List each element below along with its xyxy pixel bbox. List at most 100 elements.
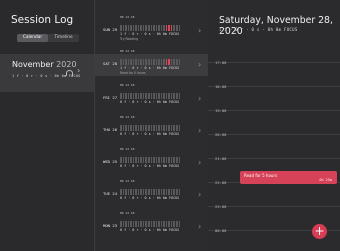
session-event-duration: 0h 25m	[319, 178, 332, 182]
hour-slot	[137, 189, 140, 195]
session-event[interactable]: Read for 5 hours 0h 25m	[240, 171, 337, 184]
hour-slot	[173, 221, 176, 227]
hour-slot	[142, 157, 145, 163]
hour-slot	[148, 59, 150, 65]
hour-slot	[132, 125, 135, 131]
hour-slot	[170, 25, 173, 31]
detail-stats: 1 f · 0 r · 0 s · 0h 0m FOCUS	[219, 27, 298, 32]
day-row[interactable]: SUN 29 00 12 18 1 f · 0 r · 0 s · 0h 0m FO…	[95, 15, 209, 42]
hour-slot	[142, 93, 145, 99]
timeline-hour-label: 20:00	[215, 132, 227, 137]
day-stats: 0 f · 0 r · 0 s · 0h 0m FOCUS	[120, 132, 180, 136]
hour-slot	[178, 125, 181, 131]
hour-slot	[163, 189, 165, 195]
hour-slot	[142, 189, 145, 195]
day-detail: Saturday, November 28, 2020 1 f · 0 r · …	[208, 0, 340, 251]
day-row[interactable]: THU 26 00 12 18 0 f · 0 r · 0 s · 0h 0m FO…	[95, 115, 209, 142]
hour-slot	[137, 25, 140, 31]
month-row[interactable]: November 2020 1 f · 0 r · 0 s · 0h 0m FO…	[0, 54, 94, 92]
day-stats: 0 f · 0 r · 0 s · 0h 0m FOCUS	[120, 100, 180, 104]
day-row[interactable]: WED 25 00 12 18 0 f · 0 r · 0 s · 0h 0m FO…	[95, 147, 209, 174]
hour-slot	[153, 157, 155, 163]
hour-slot	[176, 125, 178, 131]
hour-slot	[130, 125, 132, 131]
add-session-button[interactable]: +	[312, 224, 327, 239]
hour-slot	[125, 125, 127, 131]
hour-slot	[158, 157, 160, 163]
day-stats: 0 f · 0 r · 0 s · 0h 0m FOCUS	[120, 196, 180, 200]
hour-strip	[120, 21, 181, 31]
view-calendar-tab[interactable]: Calendar	[17, 34, 48, 42]
hour-strip	[120, 185, 181, 195]
day-note: Read for 5 hours	[120, 71, 146, 75]
chevron-right-icon: ›	[198, 222, 202, 231]
hour-slot	[127, 157, 130, 163]
hour-slot	[155, 221, 158, 227]
hour-slot	[125, 25, 127, 31]
hour-slot	[140, 189, 142, 195]
hour-slot	[165, 25, 168, 31]
hour-slot	[122, 221, 125, 227]
hour-slot	[148, 125, 150, 131]
hour-slot	[122, 125, 125, 131]
hour-slot	[153, 125, 155, 131]
hour-slot	[168, 93, 170, 99]
hour-slot	[168, 157, 170, 163]
view-switch: Calendar Timeline	[17, 34, 79, 42]
hour-slot	[153, 93, 155, 99]
hour-scale-labels: 00 12 18	[120, 49, 135, 53]
hour-scale-labels: 00 12 18	[120, 179, 135, 183]
day-label: TUE 24	[103, 191, 118, 196]
day-list: SUN 29 00 12 18 1 f · 0 r · 0 s · 0h 0m FO…	[94, 0, 210, 251]
view-timeline-tab[interactable]: Timeline	[48, 34, 79, 42]
hour-strip	[120, 55, 181, 65]
day-row[interactable]: MON 23 00 12 18 0 f · 0 r · 0 s · 0h 0m FO…	[95, 211, 209, 238]
hour-slot	[120, 93, 122, 99]
hour-slot	[150, 25, 153, 31]
chevron-right-icon: ›	[198, 94, 202, 103]
timeline-divider	[208, 158, 340, 159]
hour-slot	[165, 125, 168, 131]
month-title: November 2020	[12, 60, 77, 69]
hour-slot	[132, 189, 135, 195]
timeline-divider	[208, 206, 340, 207]
hour-slot	[125, 157, 127, 163]
hour-slot	[178, 25, 181, 31]
hour-slot	[120, 221, 122, 227]
hour-slot	[135, 221, 137, 227]
hour-slot	[148, 25, 150, 31]
app-title: Session Log	[11, 14, 74, 26]
day-row[interactable]: SAT 28 00 12 18 1 f · 0 r · 0 s · 0h 0m FO…	[95, 49, 209, 76]
chevron-right-icon: ›	[198, 126, 202, 135]
hour-slot	[173, 25, 176, 31]
hour-slot	[163, 125, 165, 131]
hour-slot	[178, 59, 181, 65]
hour-slot	[120, 25, 122, 31]
hour-slot	[135, 157, 137, 163]
hour-slot	[160, 93, 163, 99]
hour-slot	[160, 25, 163, 31]
hour-slot	[178, 93, 181, 99]
hour-slot	[122, 93, 125, 99]
hour-slot	[150, 221, 153, 227]
hour-slot	[158, 25, 160, 31]
day-label: THU 26	[103, 127, 118, 132]
hour-slot	[132, 157, 135, 163]
hour-slot	[127, 221, 130, 227]
day-row[interactable]: TUE 24 00 12 18 0 f · 0 r · 0 s · 0h 0m FO…	[95, 179, 209, 206]
hour-strip	[120, 217, 181, 227]
hour-slot	[155, 93, 158, 99]
hour-slot	[168, 221, 170, 227]
hour-slot	[153, 221, 155, 227]
hour-slot	[176, 189, 178, 195]
timeline-divider	[208, 110, 340, 111]
hour-slot	[163, 59, 165, 65]
hour-slot	[168, 59, 170, 65]
day-row[interactable]: FRI 27 00 12 18 0 f · 0 r · 0 s · 0h 0m FO…	[95, 83, 209, 110]
hour-strip	[120, 89, 181, 99]
hour-slot	[125, 59, 127, 65]
hour-slot	[127, 59, 130, 65]
hour-slot	[160, 125, 163, 131]
day-label: MON 23	[103, 223, 118, 228]
day-stats: 0 f · 0 r · 0 s · 0h 0m FOCUS	[120, 228, 180, 232]
